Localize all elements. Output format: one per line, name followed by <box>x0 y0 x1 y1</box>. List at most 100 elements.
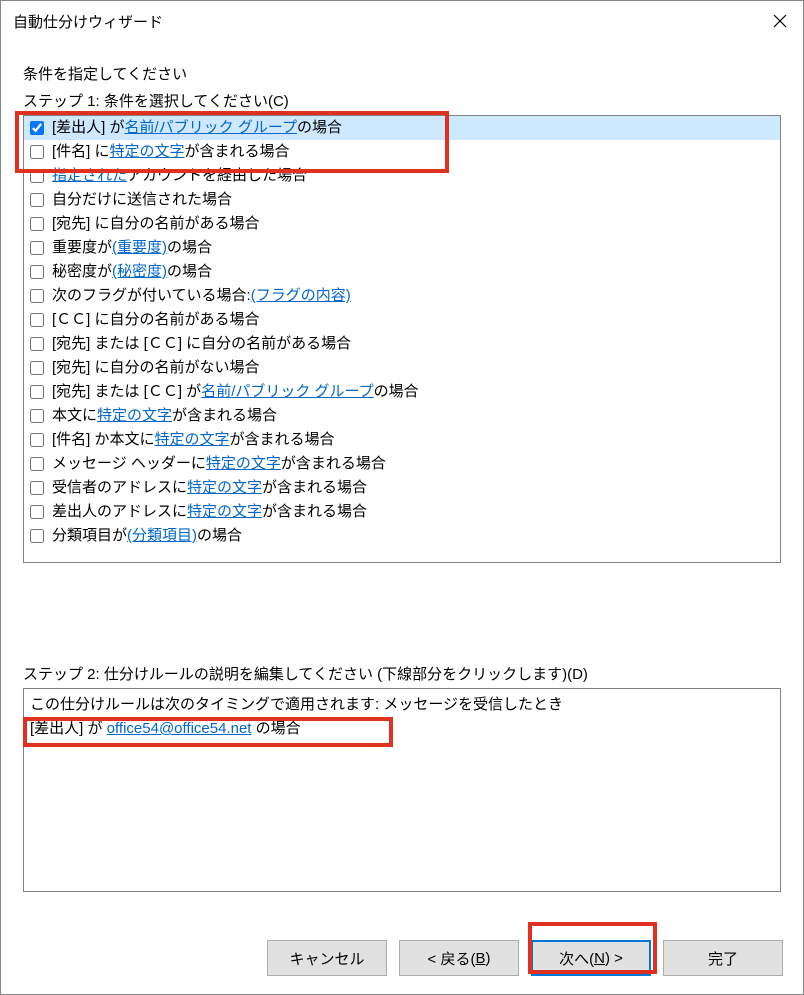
condition-row[interactable]: 本文に 特定の文字 が含まれる場合 <box>24 404 780 428</box>
condition-checkbox[interactable] <box>30 313 44 327</box>
description-line1: この仕分けルールは次のタイミングで適用されます: メッセージを受信したとき <box>30 693 774 717</box>
condition-text: が含まれる場合 <box>185 140 290 164</box>
condition-checkbox[interactable] <box>30 385 44 399</box>
close-button[interactable] <box>757 1 803 41</box>
condition-text: [ＣＣ] に自分の名前がある場合 <box>52 308 260 332</box>
condition-text: 本文に <box>52 404 97 428</box>
condition-row[interactable]: [宛先] または [ＣＣ] に自分の名前がある場合 <box>24 332 780 356</box>
condition-checkbox[interactable] <box>30 481 44 495</box>
condition-checkbox[interactable] <box>30 145 44 159</box>
condition-text: が含まれる場合 <box>262 500 367 524</box>
condition-text: [宛先] に自分の名前がある場合 <box>52 212 260 236</box>
condition-checkbox[interactable] <box>30 121 44 135</box>
condition-row[interactable]: [ＣＣ] に自分の名前がある場合 <box>24 308 780 332</box>
condition-link[interactable]: 特定の文字 <box>97 404 172 428</box>
condition-text: [件名] に <box>52 140 110 164</box>
back-button-suffix: ) <box>485 950 490 967</box>
condition-text: の場合 <box>167 236 212 260</box>
instruction-text: 条件を指定してください <box>23 63 781 84</box>
condition-text: [差出人] が <box>52 116 125 140</box>
condition-text: [件名] か本文に <box>52 428 155 452</box>
condition-link[interactable]: 特定の文字 <box>155 428 230 452</box>
condition-row[interactable]: [件名] に 特定の文字 が含まれる場合 <box>24 140 780 164</box>
condition-link[interactable]: 特定の文字 <box>187 500 262 524</box>
condition-checkbox[interactable] <box>30 409 44 423</box>
condition-checkbox[interactable] <box>30 241 44 255</box>
wizard-content: 条件を指定してください ステップ 1: 条件を選択してください(C) [差出人]… <box>1 41 803 892</box>
condition-checkbox[interactable] <box>30 193 44 207</box>
condition-row[interactable]: 自分だけに送信された場合 <box>24 188 780 212</box>
condition-row[interactable]: 秘密度が (秘密度) の場合 <box>24 260 780 284</box>
back-button[interactable]: < 戻る(B) <box>399 940 519 976</box>
condition-row[interactable]: [宛先] または [ＣＣ] が 名前/パブリック グループ の場合 <box>24 380 780 404</box>
conditions-listbox[interactable]: [差出人] が 名前/パブリック グループ の場合[件名] に 特定の文字 が含… <box>23 115 781 563</box>
condition-text: 重要度が <box>52 236 112 260</box>
condition-text: が含まれる場合 <box>262 476 367 500</box>
back-button-accel: B <box>475 950 485 967</box>
condition-link[interactable]: 名前/パブリック グループ <box>125 116 297 140</box>
condition-link[interactable]: 特定の文字 <box>110 140 185 164</box>
finish-button[interactable]: 完了 <box>663 940 783 976</box>
condition-checkbox[interactable] <box>30 169 44 183</box>
condition-text: 次のフラグが付いている場合: <box>52 284 251 308</box>
cancel-button[interactable]: キャンセル <box>267 940 387 976</box>
close-icon <box>773 14 787 28</box>
next-button-accel: N <box>594 950 605 967</box>
condition-checkbox[interactable] <box>30 361 44 375</box>
condition-link[interactable]: (分類項目) <box>127 524 197 548</box>
condition-text: メッセージ ヘッダーに <box>52 452 206 476</box>
condition-link[interactable]: 特定の文字 <box>187 476 262 500</box>
condition-link[interactable]: (重要度) <box>112 236 167 260</box>
cancel-button-label: キャンセル <box>289 948 364 969</box>
condition-checkbox[interactable] <box>30 433 44 447</box>
condition-text: の場合 <box>374 380 419 404</box>
condition-checkbox[interactable] <box>30 505 44 519</box>
condition-row[interactable]: [宛先] に自分の名前がある場合 <box>24 212 780 236</box>
condition-text: 差出人のアドレスに <box>52 500 187 524</box>
condition-row[interactable]: 受信者のアドレスに 特定の文字 が含まれる場合 <box>24 476 780 500</box>
next-button-suffix: ) > <box>605 950 623 967</box>
condition-row[interactable]: [宛先] に自分の名前がない場合 <box>24 356 780 380</box>
condition-checkbox[interactable] <box>30 217 44 231</box>
condition-checkbox[interactable] <box>30 529 44 543</box>
condition-text: が含まれる場合 <box>230 428 335 452</box>
step2-label: ステップ 2: 仕分けルールの説明を編集してください (下線部分をクリックします… <box>23 663 781 684</box>
condition-row[interactable]: 分類項目が (分類項目) の場合 <box>24 524 780 548</box>
next-button[interactable]: 次へ(N) > <box>531 940 651 976</box>
condition-link[interactable]: 特定の文字 <box>206 452 281 476</box>
condition-row[interactable]: 指定された アカウントを経由した場合 <box>24 164 780 188</box>
condition-row[interactable]: [件名] か本文に 特定の文字 が含まれる場合 <box>24 428 780 452</box>
condition-link[interactable]: 名前/パブリック グループ <box>201 380 373 404</box>
condition-checkbox[interactable] <box>30 457 44 471</box>
window-title: 自動仕分けウィザード <box>13 11 163 32</box>
condition-text: [宛先] または [ＣＣ] に自分の名前がある場合 <box>52 332 351 356</box>
condition-checkbox[interactable] <box>30 337 44 351</box>
sender-address-link[interactable]: office54@office54.net <box>107 720 252 737</box>
condition-row[interactable]: [差出人] が 名前/パブリック グループ の場合 <box>24 116 780 140</box>
condition-text: [宛先] または [ＣＣ] が <box>52 380 201 404</box>
condition-text: [宛先] に自分の名前がない場合 <box>52 356 260 380</box>
condition-text: 受信者のアドレスに <box>52 476 187 500</box>
condition-link[interactable]: (フラグの内容) <box>251 284 351 308</box>
condition-row[interactable]: 差出人のアドレスに 特定の文字 が含まれる場合 <box>24 500 780 524</box>
condition-row[interactable]: 重要度が (重要度) の場合 <box>24 236 780 260</box>
condition-row[interactable]: 次のフラグが付いている場合: (フラグの内容) <box>24 284 780 308</box>
titlebar: 自動仕分けウィザード <box>1 1 803 41</box>
condition-row[interactable]: メッセージ ヘッダーに 特定の文字 が含まれる場合 <box>24 452 780 476</box>
condition-text: 分類項目が <box>52 524 127 548</box>
condition-text: の場合 <box>297 116 342 140</box>
condition-link[interactable]: 指定された <box>52 164 127 188</box>
next-button-prefix: 次へ( <box>559 948 594 969</box>
condition-text: の場合 <box>197 524 242 548</box>
condition-text: 自分だけに送信された場合 <box>52 188 232 212</box>
back-button-prefix: < 戻る( <box>428 948 476 969</box>
rule-description-box: この仕分けルールは次のタイミングで適用されます: メッセージを受信したとき [差… <box>23 688 781 892</box>
finish-button-label: 完了 <box>708 948 738 969</box>
condition-link[interactable]: (秘密度) <box>112 260 167 284</box>
step1-label: ステップ 1: 条件を選択してください(C) <box>23 90 781 111</box>
description-line2: [差出人] が office54@office54.net の場合 <box>30 717 774 741</box>
condition-text: の場合 <box>167 260 212 284</box>
condition-checkbox[interactable] <box>30 289 44 303</box>
condition-checkbox[interactable] <box>30 265 44 279</box>
condition-text: アカウントを経由した場合 <box>127 164 307 188</box>
